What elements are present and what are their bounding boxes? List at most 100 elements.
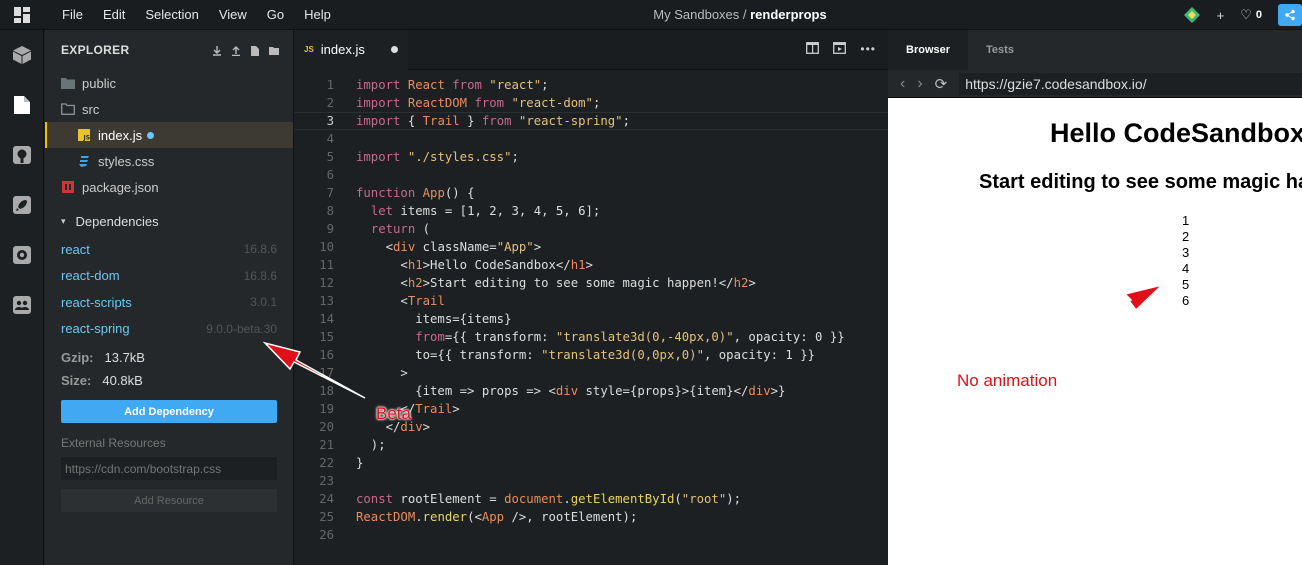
activity-explorer[interactable] bbox=[0, 80, 44, 130]
code-line[interactable]: 13 <Trail bbox=[294, 292, 888, 310]
tree-folder-src[interactable]: src bbox=[45, 96, 293, 122]
forward-icon[interactable]: › bbox=[917, 75, 922, 93]
dependency-react[interactable]: react 16.8.6 bbox=[45, 236, 293, 263]
back-icon[interactable]: ‹ bbox=[900, 75, 905, 93]
dependency-name: react-dom bbox=[61, 268, 120, 284]
more-options-icon[interactable]: ••• bbox=[860, 42, 876, 57]
code-text: ); bbox=[356, 438, 386, 452]
dependency-react-spring[interactable]: react-spring 9.0.0-beta.30 bbox=[45, 316, 293, 343]
code-line[interactable]: 18 {item => props => <div style={props}>… bbox=[294, 382, 888, 400]
code-line[interactable]: 24 const rootElement = document.getElemen… bbox=[294, 490, 888, 508]
activity-project-info[interactable] bbox=[0, 30, 44, 80]
code-line[interactable]: 21 ); bbox=[294, 436, 888, 454]
add-dependency-button[interactable]: Add Dependency bbox=[61, 400, 277, 423]
code-line[interactable]: 7 function App() { bbox=[294, 184, 888, 202]
line-number: 21 bbox=[319, 438, 334, 452]
external-resource-input[interactable] bbox=[61, 457, 277, 480]
tab-tests[interactable]: Tests bbox=[968, 30, 1032, 70]
menu-help[interactable]: Help bbox=[294, 0, 341, 30]
tab-browser[interactable]: Browser bbox=[888, 30, 969, 70]
beta-annotation: Beta bbox=[376, 404, 411, 423]
upload-icon[interactable] bbox=[231, 45, 241, 57]
editor-tab-bar: JS index.js ••• bbox=[294, 29, 888, 70]
line-number: 26 bbox=[319, 528, 334, 542]
split-view-icon[interactable] bbox=[806, 42, 820, 57]
preview-view-icon[interactable] bbox=[833, 42, 847, 57]
code-line[interactable]: 14 items={items} bbox=[294, 310, 888, 328]
cube-icon bbox=[13, 46, 31, 64]
gear-icon bbox=[13, 246, 31, 264]
title-prefix: My Sandboxes / bbox=[653, 6, 751, 22]
menu-go[interactable]: Go bbox=[257, 0, 294, 30]
line-number: 1 bbox=[326, 78, 334, 92]
tree-file-styles-css[interactable]: styles.css bbox=[45, 148, 293, 174]
unsaved-dot-icon[interactable] bbox=[391, 46, 398, 53]
unsaved-dot-icon bbox=[147, 131, 155, 139]
code-line[interactable]: 17 > bbox=[294, 364, 888, 382]
tab-index-js[interactable]: JS index.js bbox=[294, 29, 408, 70]
tree-file-index-js[interactable]: JS index.js bbox=[45, 122, 293, 148]
code-line[interactable]: 26 bbox=[294, 526, 888, 544]
code-line[interactable]: 23 bbox=[294, 472, 888, 490]
code-line[interactable]: 16 to={{ transform: "translate3d(0,0px,0… bbox=[294, 346, 888, 364]
code-line[interactable]: 15 from={{ transform: "translate3d(0,-40… bbox=[294, 328, 888, 346]
tree-file-package-json[interactable]: package.json bbox=[45, 174, 293, 200]
code-line[interactable]: 1 import React from "react"; bbox=[294, 76, 888, 94]
new-folder-icon[interactable] bbox=[269, 45, 279, 55]
line-number: 6 bbox=[326, 168, 334, 182]
share-button[interactable] bbox=[1278, 4, 1302, 26]
line-number: 10 bbox=[319, 240, 334, 254]
menu-file[interactable]: File bbox=[52, 0, 93, 30]
code-area[interactable]: 1 import React from "react"; 2 import React… bbox=[294, 70, 888, 544]
code-line[interactable]: 12 <h2>Start editing to see some magic h… bbox=[294, 274, 888, 292]
rocket-icon bbox=[13, 196, 31, 214]
code-text: function App() { bbox=[356, 186, 475, 200]
activity-deploy[interactable] bbox=[0, 180, 44, 230]
menu-selection[interactable]: Selection bbox=[135, 0, 208, 30]
code-line[interactable]: 11 <h1>Hello CodeSandbox</h1> bbox=[294, 256, 888, 274]
codesandbox-logo-icon[interactable] bbox=[0, 0, 44, 30]
new-sandbox-button[interactable]: + bbox=[1217, 8, 1225, 23]
dependency-version: 16.8.6 bbox=[243, 242, 277, 257]
code-text: import ReactDOM from "react-dom"; bbox=[356, 96, 601, 110]
code-text: from={{ transform: "translate3d(0,-40px,… bbox=[415, 330, 845, 344]
tree-folder-public[interactable]: public bbox=[45, 70, 293, 96]
code-line[interactable]: 9 return ( bbox=[294, 220, 888, 238]
url-input[interactable]: https://gzie7.codesandbox.io/ bbox=[959, 72, 1302, 95]
gzip-size: Gzip: 13.7kB bbox=[45, 346, 293, 369]
dependencies-section-toggle[interactable]: ▾ Dependencies bbox=[45, 206, 293, 236]
code-line[interactable]: 3 import { Trail } from "react-spring"; bbox=[294, 112, 888, 130]
preview-content: Hello CodeSandbox Start editing to see s… bbox=[888, 98, 1302, 565]
code-line[interactable]: 5 import "./styles.css"; bbox=[294, 148, 888, 166]
code-text: <Trail bbox=[356, 294, 445, 308]
tree-item-label: src bbox=[82, 101, 100, 117]
line-number: 20 bbox=[319, 420, 334, 434]
new-file-icon[interactable] bbox=[250, 45, 260, 56]
code-line[interactable]: 22} bbox=[294, 454, 888, 472]
download-icon[interactable] bbox=[212, 45, 222, 56]
size-label: Size: bbox=[61, 373, 92, 388]
top-bar: File Edit Selection View Go Help My Sand… bbox=[0, 0, 1302, 30]
code-line[interactable]: 6 bbox=[294, 166, 888, 184]
dependency-react-scripts[interactable]: react-scripts 3.0.1 bbox=[45, 289, 293, 316]
css-file-icon bbox=[77, 154, 91, 168]
code-line[interactable]: 2 import ReactDOM from "react-dom"; bbox=[294, 94, 888, 112]
code-line[interactable]: 25 ReactDOM.render(<App />, rootElement); bbox=[294, 508, 888, 526]
menu-edit[interactable]: Edit bbox=[93, 0, 135, 30]
code-line[interactable]: 4 bbox=[294, 130, 888, 148]
code-line[interactable]: 8 let items = [1, 2, 3, 4, 5, 6]; bbox=[294, 202, 888, 220]
menu-view[interactable]: View bbox=[209, 0, 257, 30]
add-resource-button[interactable]: Add Resource bbox=[61, 489, 277, 512]
file-icon bbox=[14, 96, 30, 114]
activity-github[interactable] bbox=[0, 130, 44, 180]
patron-badge-icon[interactable] bbox=[1183, 6, 1201, 24]
chevron-down-icon: ▾ bbox=[61, 215, 66, 226]
code-line[interactable]: 10 <div className="App"> bbox=[294, 238, 888, 256]
activity-settings[interactable] bbox=[0, 230, 44, 280]
activity-live[interactable] bbox=[0, 280, 44, 330]
code-text: import "./styles.css"; bbox=[356, 150, 519, 164]
code-text: items={items} bbox=[356, 312, 512, 326]
refresh-icon[interactable]: ⟳ bbox=[935, 75, 948, 93]
like-button[interactable]: ♡ 0 bbox=[1240, 7, 1262, 23]
dependency-react-dom[interactable]: react-dom 16.8.6 bbox=[45, 263, 293, 290]
